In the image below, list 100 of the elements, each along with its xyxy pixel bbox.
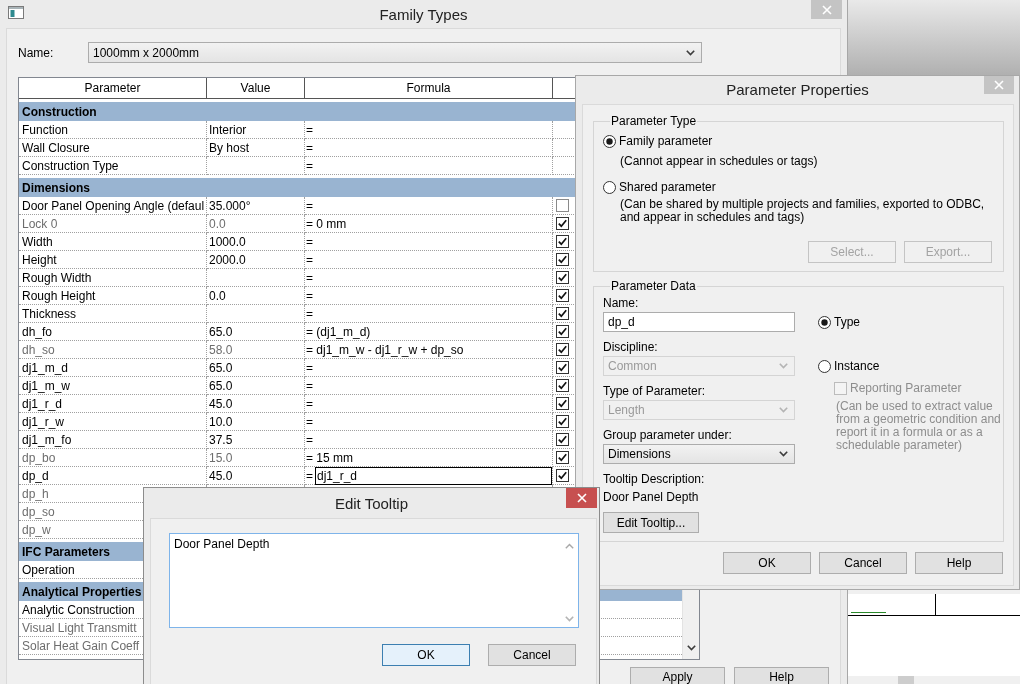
tooltip-text: Door Panel Depth [603, 490, 699, 504]
dropdown[interactable]: 1000mm x 2000mm [88, 42, 702, 63]
close-icon [994, 80, 1004, 90]
chevron-down-icon [686, 645, 696, 651]
dropdown[interactable]: Dimensions [603, 444, 795, 464]
chevron-down-icon [686, 49, 695, 56]
table-cell: = [305, 139, 553, 157]
checkbox[interactable] [556, 397, 569, 410]
radio-button[interactable]: Shared parameter [603, 180, 716, 194]
radio-button[interactable]: Type [818, 315, 860, 329]
text-area[interactable]: Door Panel Depth [169, 533, 579, 628]
table-cell: = [305, 359, 553, 377]
description-text: (Can be used to extract value from a geometric condition and report it in a formula or as a schedulable parameter) [836, 400, 1002, 452]
formula-field[interactable]: dj1_r_d [315, 466, 552, 485]
table-cell: Interior [207, 121, 305, 139]
table-cell: 10.0 [207, 413, 305, 431]
column-header: Parameter [19, 78, 207, 98]
checkbox[interactable] [556, 379, 569, 392]
table-cell: dj1_r_d [19, 395, 207, 413]
group-header: IFC Parameters [22, 544, 111, 559]
group-header: Dimensions [22, 180, 90, 195]
table-cell: dh_fo [19, 323, 207, 341]
table-cell: Door Panel Opening Angle (defaul [19, 197, 207, 215]
button[interactable]: Apply [630, 667, 725, 684]
table-cell: dj1_m_d [19, 359, 207, 377]
parameter-name: Operation [22, 562, 75, 577]
table-cell: 45.0 [207, 395, 305, 413]
table-cell: By host [207, 139, 305, 157]
window-title: Family Types [379, 6, 468, 23]
button[interactable]: Help [915, 552, 1003, 574]
chevron-down-icon [565, 616, 574, 622]
checkbox[interactable] [556, 253, 569, 266]
close-icon [576, 493, 587, 503]
field-label: Name: [603, 296, 639, 310]
button[interactable]: Cancel [488, 644, 576, 666]
checkbox[interactable] [556, 307, 569, 320]
checkbox[interactable] [556, 433, 569, 446]
text-field[interactable]: dp_d [603, 312, 795, 332]
group-header: Analytical Properties [22, 584, 142, 599]
table-cell: Wall Closure [19, 139, 207, 157]
button[interactable]: Cancel [819, 552, 907, 574]
close-icon [821, 4, 832, 15]
table-cell: Width [19, 233, 207, 251]
window-title: Parameter Properties [726, 81, 869, 98]
table-cell: = [305, 287, 553, 305]
radio-button[interactable]: Family parameter [603, 134, 713, 148]
checkbox[interactable] [556, 289, 569, 302]
checkbox[interactable] [556, 361, 569, 374]
parameter-name: dp_so [22, 504, 55, 519]
group-legend: Parameter Type [610, 114, 698, 128]
table-cell: 37.5 [207, 431, 305, 449]
table-cell: 65.0 [207, 323, 305, 341]
table-cell: Height [19, 251, 207, 269]
table-cell: Function [19, 121, 207, 139]
table-cell: = [305, 395, 553, 413]
parameter-name: Analytic Construction [22, 602, 135, 617]
table-cell: = 0 mm [305, 215, 553, 233]
button[interactable]: OK [382, 644, 470, 666]
chevron-down-icon [779, 407, 788, 413]
table-cell: dp_bo [19, 449, 207, 467]
field-label: Tooltip Description: [603, 472, 705, 486]
button[interactable]: OK [723, 552, 811, 574]
table-cell: Rough Height [19, 287, 207, 305]
table-cell: = [305, 157, 553, 175]
table-cell: 15.0 [207, 449, 305, 467]
close-button[interactable] [566, 488, 597, 508]
table-cell: dj1_m_w [19, 377, 207, 395]
table-cell: dp_d [19, 467, 207, 485]
checkbox[interactable] [556, 325, 569, 338]
checkbox[interactable] [556, 415, 569, 428]
table-cell: = [305, 251, 553, 269]
table-cell: dh_so [19, 341, 207, 359]
group-header: Construction [22, 104, 97, 119]
table-cell: 0.0 [207, 287, 305, 305]
field-label: Group parameter under: [603, 428, 732, 442]
checkbox[interactable] [556, 271, 569, 284]
table-cell: dj1_m_fo [19, 431, 207, 449]
button[interactable]: Help [734, 667, 829, 684]
checkbox[interactable] [556, 469, 569, 482]
column-header: Value [207, 78, 305, 98]
table-cell: Construction Type [19, 157, 207, 175]
column-header: Formula [305, 78, 553, 98]
radio-button[interactable]: Instance [818, 359, 880, 373]
table-cell: Lock 0 [19, 215, 207, 233]
table-cell: = [305, 197, 553, 215]
parameter-name: dp_h [22, 486, 49, 501]
table-cell: 1000.0 [207, 233, 305, 251]
field-label: Name: [18, 45, 55, 60]
table-cell: Thickness [19, 305, 207, 323]
table-cell: = dj1_m_w - dj1_r_w + dp_so [305, 341, 553, 359]
window-icon [8, 6, 24, 19]
checkbox[interactable] [556, 235, 569, 248]
button[interactable]: Edit Tooltip... [603, 512, 699, 533]
chevron-up-icon [565, 543, 574, 549]
table-cell: 65.0 [207, 359, 305, 377]
checkbox[interactable] [556, 199, 569, 212]
table-cell: = [305, 413, 553, 431]
table-cell: 2000.0 [207, 251, 305, 269]
table-cell: 35.000° [207, 197, 305, 215]
table-cell: 0.0 [207, 215, 305, 233]
